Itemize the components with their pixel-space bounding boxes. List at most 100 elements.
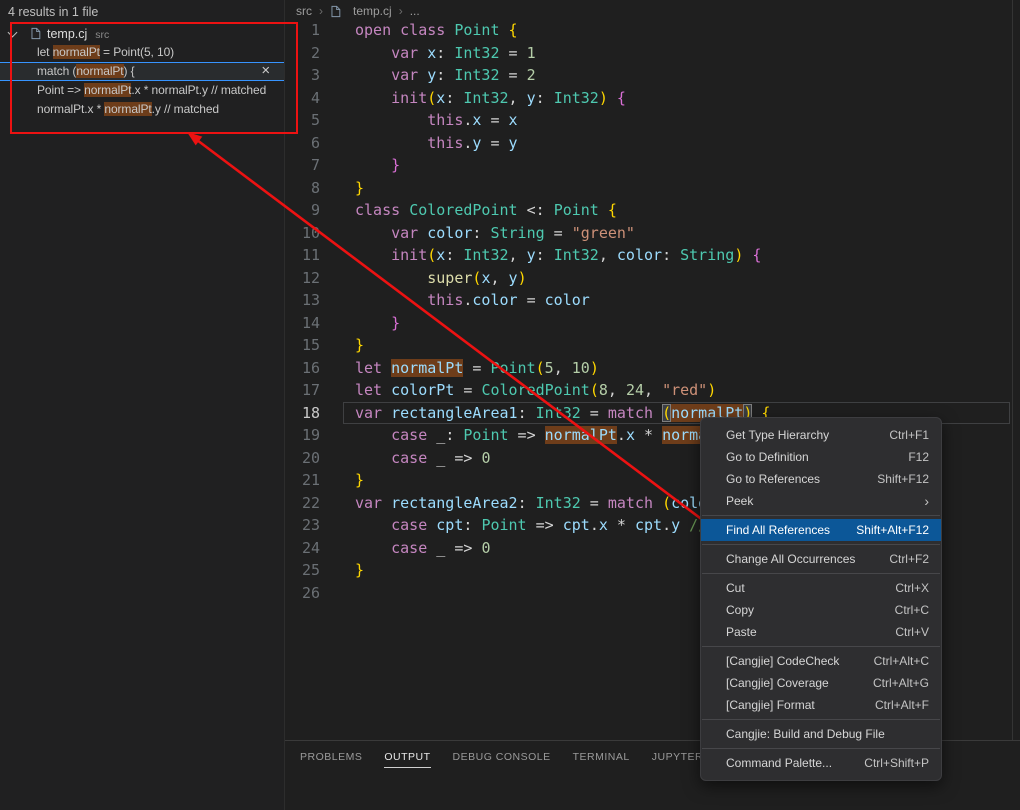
breadcrumb-separator-icon: › (319, 4, 323, 18)
code-token (355, 516, 391, 534)
code-text[interactable]: var y: Int32 = 2 (343, 64, 1020, 87)
code-token: y (427, 66, 436, 84)
code-token: . (590, 516, 599, 534)
menu-item-shortcut: Ctrl+F2 (889, 552, 929, 566)
code-token: Int32 (536, 404, 581, 422)
result-row[interactable]: Point => normalPt.x * normalPt.y // matc… (0, 81, 284, 100)
result-row[interactable]: let normalPt = Point(5, 10) (0, 43, 284, 62)
result-row[interactable]: match (normalPt) {× (0, 62, 284, 81)
menu-separator (702, 748, 940, 749)
code-text[interactable]: init(x: Int32, y: Int32, color: String) … (343, 244, 1020, 267)
menu-item-cangjie-codecheck[interactable]: [Cangjie] CodeCheckCtrl+Alt+C (701, 650, 941, 672)
code-line[interactable]: 1open class Point { (285, 19, 1020, 42)
code-line[interactable]: 17let colorPt = ColoredPoint(8, 24, "red… (285, 379, 1020, 402)
code-token: : (518, 404, 536, 422)
code-token: ( (427, 89, 436, 107)
code-line[interactable]: 8} (285, 177, 1020, 200)
code-text[interactable]: this.x = x (343, 109, 1020, 132)
code-line[interactable]: 9class ColoredPoint <: Point { (285, 199, 1020, 222)
menu-item-copy[interactable]: CopyCtrl+C (701, 599, 941, 621)
code-token: cpt (635, 516, 662, 534)
code-line[interactable]: 13 this.color = color (285, 289, 1020, 312)
code-line[interactable]: 12 super(x, y) (285, 267, 1020, 290)
code-text[interactable]: this.y = y (343, 132, 1020, 155)
code-token: { (617, 89, 626, 107)
menu-item-go-to-references[interactable]: Go to ReferencesShift+F12 (701, 468, 941, 490)
code-token: } (355, 179, 364, 197)
chevron-down-icon[interactable] (8, 27, 18, 37)
code-line[interactable]: 4 init(x: Int32, y: Int32) { (285, 87, 1020, 110)
code-text[interactable]: super(x, y) (343, 267, 1020, 290)
code-text[interactable]: } (343, 154, 1020, 177)
code-line[interactable]: 14 } (285, 312, 1020, 335)
code-token: let (355, 381, 391, 399)
code-text[interactable]: } (343, 177, 1020, 200)
menu-item-peek[interactable]: Peek› (701, 490, 941, 512)
menu-item-get-type-hierarchy[interactable]: Get Type HierarchyCtrl+F1 (701, 424, 941, 446)
code-token: let (355, 359, 391, 377)
menu-item-go-to-definition[interactable]: Go to DefinitionF12 (701, 446, 941, 468)
code-line[interactable]: 16let normalPt = Point(5, 10) (285, 357, 1020, 380)
code-text[interactable]: open class Point { (343, 19, 1020, 42)
menu-item-command-palette[interactable]: Command Palette...Ctrl+Shift+P (701, 752, 941, 774)
tab-problems[interactable]: PROBLEMS (300, 751, 362, 768)
tab-output[interactable]: OUTPUT (384, 751, 430, 768)
code-text[interactable]: let colorPt = ColoredPoint(8, 24, "red") (343, 379, 1020, 402)
code-token (355, 314, 391, 332)
breadcrumb-item-item[interactable]: ... (410, 4, 420, 18)
dismiss-result-button[interactable]: × (261, 62, 270, 79)
file-group-row[interactable]: temp.cj src (0, 24, 284, 43)
menu-item-cangjie-coverage[interactable]: [Cangjie] CoverageCtrl+Alt+G (701, 672, 941, 694)
menu-item-change-all-occurrences[interactable]: Change All OccurrencesCtrl+F2 (701, 548, 941, 570)
menu-item-find-all-references[interactable]: Find All ReferencesShift+Alt+F12 (701, 519, 941, 541)
code-token: color (617, 246, 662, 264)
code-token: Point (454, 21, 508, 39)
code-token: . (617, 426, 626, 444)
code-line[interactable]: 6 this.y = y (285, 132, 1020, 155)
menu-item-paste[interactable]: PasteCtrl+V (701, 621, 941, 643)
code-text[interactable]: init(x: Int32, y: Int32) { (343, 87, 1020, 110)
code-line[interactable]: 5 this.x = x (285, 109, 1020, 132)
editor-scrollbar[interactable] (1012, 0, 1013, 740)
code-text[interactable]: } (343, 334, 1020, 357)
tab-debug-console[interactable]: DEBUG CONSOLE (453, 751, 551, 768)
code-text[interactable]: var color: String = "green" (343, 222, 1020, 245)
menu-separator (702, 719, 940, 720)
code-token: , (599, 246, 617, 264)
code-line[interactable]: 10 var color: String = "green" (285, 222, 1020, 245)
code-line[interactable]: 2 var x: Int32 = 1 (285, 42, 1020, 65)
code-text[interactable]: let normalPt = Point(5, 10) (343, 357, 1020, 380)
code-text[interactable]: var x: Int32 = 1 (343, 42, 1020, 65)
context-menu: Get Type HierarchyCtrl+F1Go to Definitio… (700, 417, 942, 781)
code-token: var (391, 66, 427, 84)
code-text[interactable]: this.color = color (343, 289, 1020, 312)
code-token (355, 539, 391, 557)
code-token (355, 291, 427, 309)
menu-item-label: [Cangjie] Coverage (726, 676, 873, 690)
line-number: 10 (285, 222, 320, 245)
code-token: cpt (436, 516, 463, 534)
line-number: 20 (285, 447, 320, 470)
menu-item-cut[interactable]: CutCtrl+X (701, 577, 941, 599)
menu-item-shortcut: Shift+Alt+F12 (856, 523, 929, 537)
code-token: , (644, 381, 662, 399)
code-line[interactable]: 3 var y: Int32 = 2 (285, 64, 1020, 87)
menu-item-cangjie-build-and-debug-file[interactable]: Cangjie: Build and Debug File (701, 723, 941, 745)
breadcrumb-item-src[interactable]: src (296, 4, 312, 18)
line-number: 18 (285, 402, 320, 425)
tab-terminal[interactable]: TERMINAL (573, 751, 630, 768)
result-row[interactable]: normalPt.x * normalPt.y // matched (0, 100, 284, 119)
code-line[interactable]: 11 init(x: Int32, y: Int32, color: Strin… (285, 244, 1020, 267)
breadcrumb-item-temp-cj[interactable]: temp.cj (353, 4, 392, 18)
menu-item-cangjie-format[interactable]: [Cangjie] FormatCtrl+Alt+F (701, 694, 941, 716)
menu-separator (702, 646, 940, 647)
code-token: y (671, 516, 680, 534)
line-number: 24 (285, 537, 320, 560)
code-text[interactable]: class ColoredPoint <: Point { (343, 199, 1020, 222)
code-token: var (391, 224, 427, 242)
code-token: 0 (481, 539, 490, 557)
code-text[interactable]: } (343, 312, 1020, 335)
code-line[interactable]: 15} (285, 334, 1020, 357)
code-line[interactable]: 7 } (285, 154, 1020, 177)
tab-jupyter[interactable]: JUPYTER (652, 751, 703, 768)
